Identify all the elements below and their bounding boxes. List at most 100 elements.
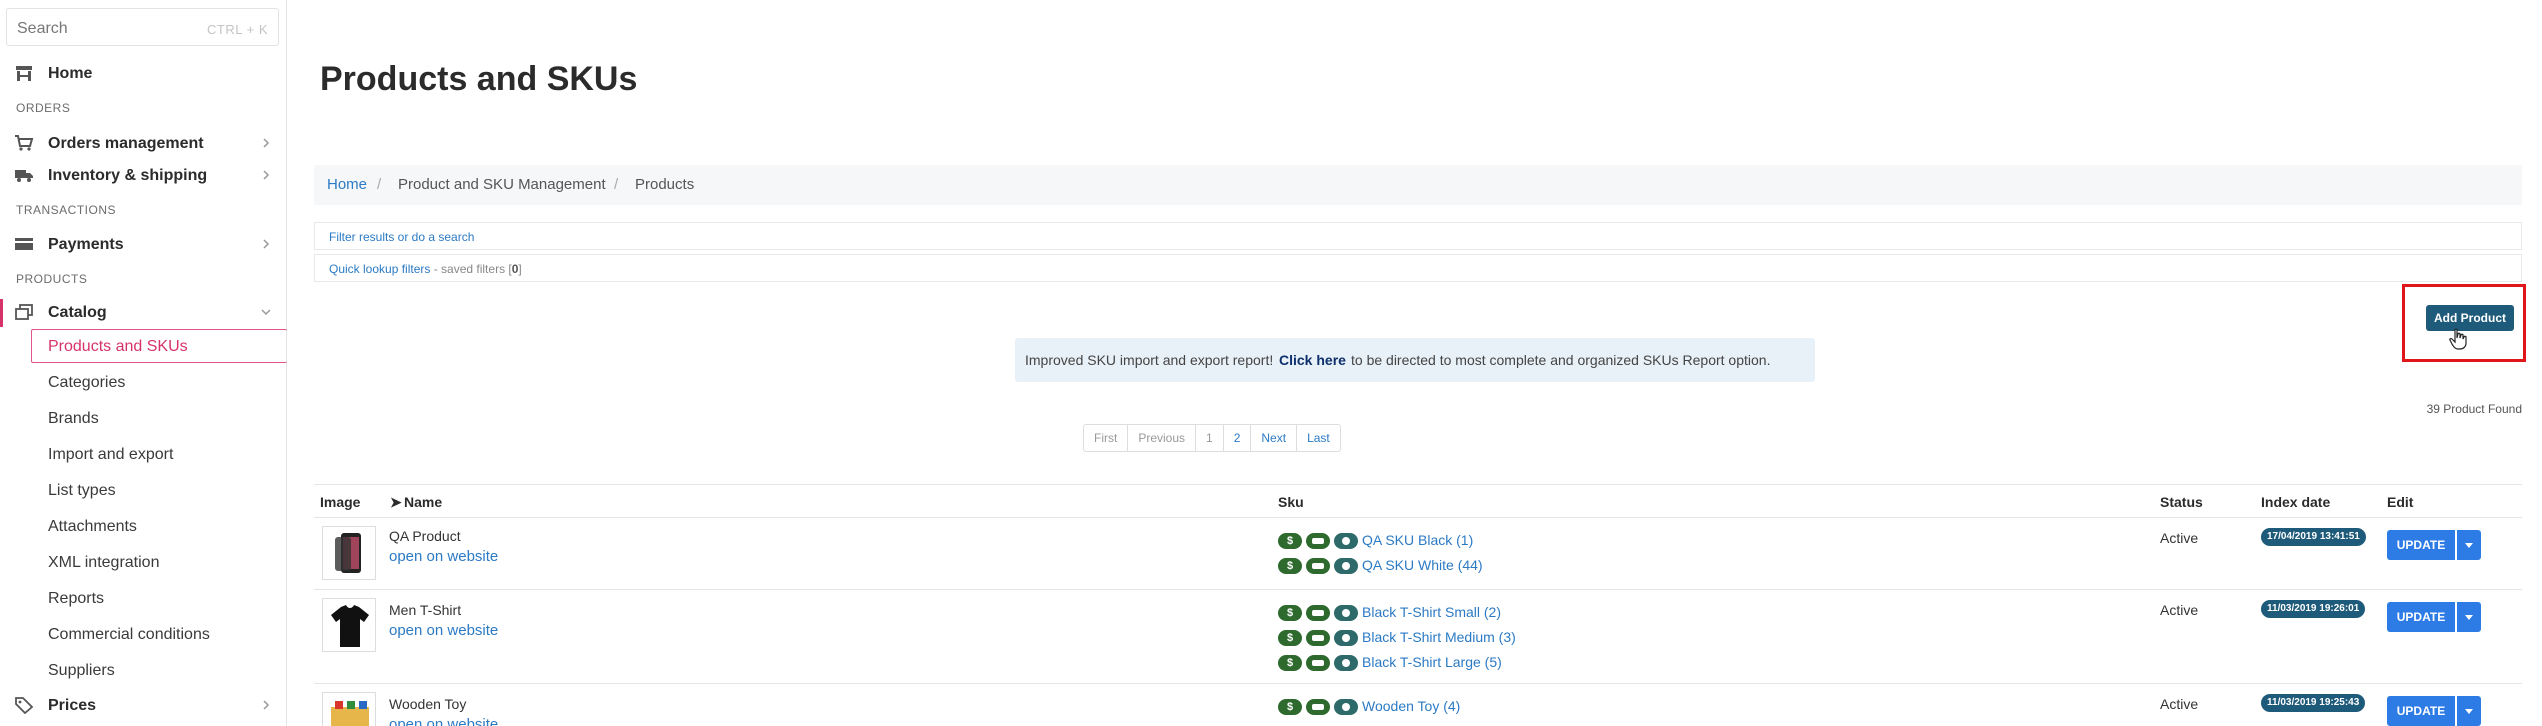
info-badge-icon[interactable]	[1334, 699, 1358, 715]
open-on-website-link[interactable]: open on website	[389, 622, 498, 639]
breadcrumb-separator: /	[377, 176, 382, 193]
breadcrumb-home[interactable]: Home	[327, 176, 367, 193]
table-header: Image ➤ Name Sku Status Index date Edit	[314, 484, 2522, 518]
update-button[interactable]: UPDATE	[2387, 530, 2455, 560]
search-input[interactable]: Search CTRL + K	[6, 8, 279, 46]
tshirt-image	[331, 605, 369, 647]
store-icon	[16, 66, 32, 81]
truck-icon	[15, 170, 33, 182]
notice-link[interactable]: Click here	[1279, 352, 1346, 368]
index-date-badge: 11/03/2019 19:25:43	[2261, 694, 2366, 712]
sidebar-subitem-suppliers[interactable]: Suppliers	[48, 662, 115, 680]
caret-down-icon	[2465, 543, 2473, 548]
sidebar-subitem-brands[interactable]: Brands	[48, 410, 99, 428]
sidebar-item-payments[interactable]: Payments	[0, 229, 286, 259]
price-badge-icon[interactable]: $	[1278, 533, 1302, 549]
sidebar-item-catalog[interactable]: Catalog	[0, 297, 286, 327]
pager-page-2[interactable]: 2	[1224, 425, 1252, 451]
caret-down-icon	[2465, 615, 2473, 620]
table-row: Men T-Shirt open on website $ Black T-Sh…	[314, 590, 2522, 684]
chevron-down-icon	[261, 309, 271, 316]
col-header-sku: Sku	[1278, 494, 1304, 510]
col-header-name[interactable]: Name	[404, 494, 442, 510]
quick-lookup-panel[interactable]: Quick lookup filters - saved filters [0]	[314, 254, 2522, 282]
info-badge-icon[interactable]	[1334, 655, 1358, 671]
sku-link[interactable]: QA SKU Black (1)	[1362, 532, 1473, 548]
sidebar-item-prices[interactable]: Prices	[0, 690, 286, 720]
caret-down-icon	[2465, 709, 2473, 714]
info-badge-icon[interactable]	[1334, 533, 1358, 549]
price-badge-icon[interactable]: $	[1278, 605, 1302, 621]
info-badge-icon[interactable]	[1334, 630, 1358, 646]
sidebar-item-orders-management[interactable]: Orders management	[0, 128, 286, 158]
breadcrumb-current: Products	[635, 176, 695, 193]
sidebar-item-label: Payments	[48, 236, 124, 253]
sku-link[interactable]: Black T-Shirt Small (2)	[1362, 604, 1501, 620]
price-badge-icon[interactable]: $	[1278, 655, 1302, 671]
sku-link[interactable]: Black T-Shirt Medium (3)	[1362, 629, 1516, 645]
page-title: Products and SKUs	[320, 60, 638, 98]
product-name: QA Product	[389, 528, 461, 544]
pager-first[interactable]: First	[1084, 425, 1129, 451]
saved-filters-suffix: ]	[518, 262, 522, 276]
info-badge-icon[interactable]	[1334, 558, 1358, 574]
pager-page-1[interactable]: 1	[1196, 425, 1224, 451]
pager-next[interactable]: Next	[1251, 425, 1298, 451]
open-on-website-link[interactable]: open on website	[389, 548, 498, 565]
info-badge-icon[interactable]	[1334, 605, 1358, 621]
sidebar-item-label: Orders management	[48, 135, 204, 152]
product-thumbnail	[322, 692, 376, 726]
sidebar: Search CTRL + K Home ORDERS Orders manag…	[0, 0, 287, 726]
sku-link[interactable]: Wooden Toy (4)	[1362, 698, 1460, 714]
sku-link[interactable]: Black T-Shirt Large (5)	[1362, 654, 1502, 670]
pager-previous[interactable]: Previous	[1128, 425, 1197, 451]
sidebar-subitem-reports[interactable]: Reports	[48, 590, 104, 608]
update-button[interactable]: UPDATE	[2387, 696, 2455, 726]
product-thumbnail	[322, 598, 376, 652]
sidebar-item-inventory[interactable]: Inventory & shipping	[0, 160, 286, 190]
add-product-button[interactable]: Add Product	[2426, 305, 2514, 331]
pagination: First Previous 1 2 Next Last	[1083, 424, 1341, 452]
filter-search-link[interactable]: Filter results or do a search	[329, 230, 474, 244]
sidebar-item-label: Inventory & shipping	[48, 167, 208, 184]
shipping-badge-icon[interactable]	[1306, 630, 1330, 646]
sidebar-subitem-xml-integration[interactable]: XML integration	[48, 554, 159, 572]
saved-filters-prefix: - saved filters [	[430, 262, 512, 276]
sidebar-subitem-attachments[interactable]: Attachments	[48, 518, 137, 536]
toy-image	[331, 701, 369, 726]
quick-lookup-link[interactable]: Quick lookup filters	[329, 262, 430, 276]
hand-cursor-icon	[2449, 328, 2467, 350]
update-dropdown-toggle[interactable]	[2457, 530, 2481, 560]
sidebar-subitem-categories[interactable]: Categories	[48, 374, 125, 392]
sidebar-item-label: Prices	[48, 697, 97, 714]
shipping-badge-icon[interactable]	[1306, 655, 1330, 671]
price-badge-icon[interactable]: $	[1278, 558, 1302, 574]
sidebar-subitem-list-types[interactable]: List types	[48, 482, 116, 500]
shipping-badge-icon[interactable]	[1306, 605, 1330, 621]
col-header-edit: Edit	[2387, 494, 2414, 510]
breadcrumb-product-sku-management[interactable]: Product and SKU Management	[398, 176, 606, 193]
shipping-badge-icon[interactable]	[1306, 699, 1330, 715]
results-count: 39 Product Found	[2426, 402, 2522, 416]
index-date-badge: 11/03/2019 19:26:01	[2261, 600, 2366, 618]
shipping-badge-icon[interactable]	[1306, 533, 1330, 549]
price-badge-icon[interactable]: $	[1278, 699, 1302, 715]
sidebar-subitem-commercial-conditions[interactable]: Commercial conditions	[48, 626, 210, 644]
update-button[interactable]: UPDATE	[2387, 602, 2455, 632]
sidebar-subitem-import-export[interactable]: Import and export	[48, 446, 173, 464]
section-header-transactions: TRANSACTIONS	[16, 203, 117, 217]
pager-last[interactable]: Last	[1297, 425, 1340, 451]
section-header-products: PRODUCTS	[16, 272, 88, 286]
price-badge-icon[interactable]: $	[1278, 630, 1302, 646]
update-dropdown-toggle[interactable]	[2457, 602, 2481, 632]
sidebar-subitem-products-skus[interactable]: Products and SKUs	[31, 329, 287, 363]
filter-search-panel[interactable]: Filter results or do a search	[314, 222, 2522, 250]
sku-link[interactable]: QA SKU White (44)	[1362, 557, 1483, 573]
notice-text-after: to be directed to most complete and orga…	[1351, 352, 1771, 368]
shipping-badge-icon[interactable]	[1306, 558, 1330, 574]
sort-icon[interactable]: ➤	[390, 494, 402, 511]
update-dropdown-toggle[interactable]	[2457, 696, 2481, 726]
sidebar-item-home[interactable]: Home	[0, 58, 286, 88]
open-on-website-link[interactable]: open on website	[389, 716, 498, 726]
col-header-status: Status	[2160, 494, 2203, 510]
